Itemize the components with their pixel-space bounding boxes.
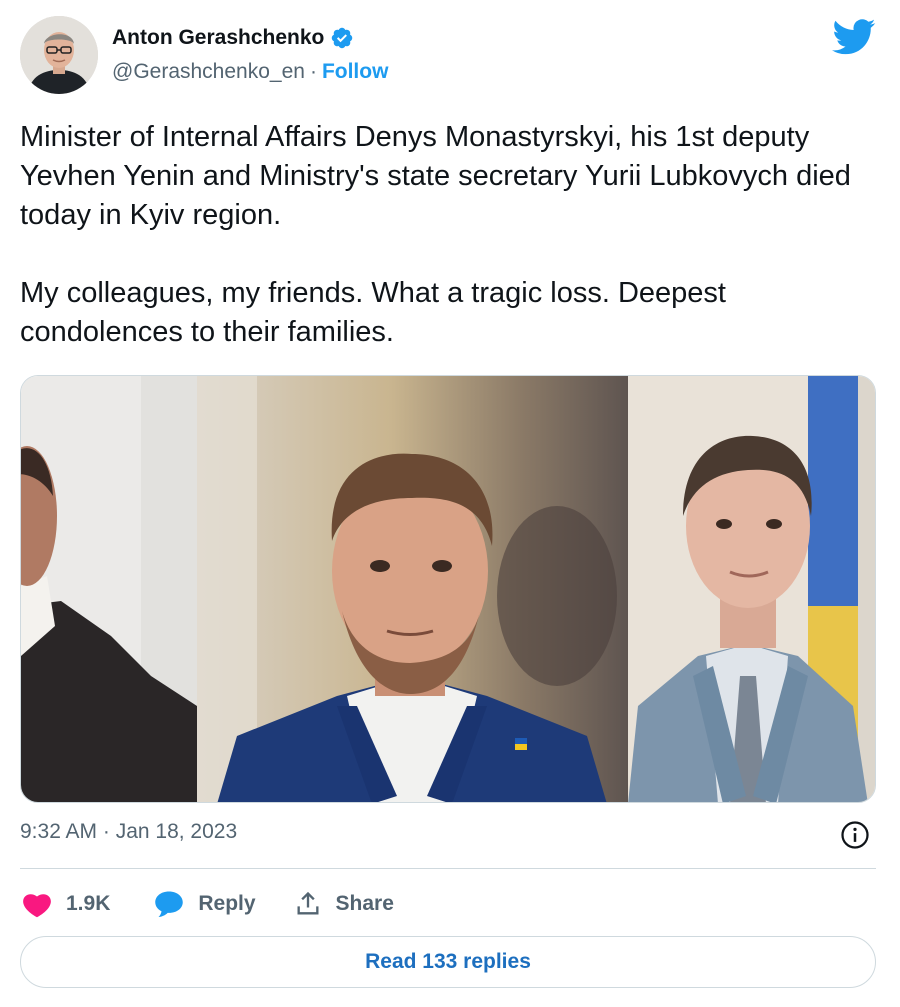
heart-icon	[23, 894, 51, 918]
action-bar: 1.9K Reply Share	[22, 884, 394, 924]
photo-right-image	[627, 376, 875, 802]
divider	[20, 868, 876, 869]
photo-center-image	[196, 376, 628, 802]
info-icon[interactable]	[840, 820, 870, 850]
like-count: 1.9K	[66, 892, 111, 915]
media-photo-left[interactable]	[21, 376, 197, 802]
reply-label: Reply	[198, 892, 256, 915]
author-name[interactable]: Anton Gerashchenko	[112, 26, 324, 50]
media-photo-center[interactable]	[196, 376, 628, 802]
share-label: Share	[335, 892, 394, 915]
tweet-text: Minister of Internal Affairs Denys Monas…	[20, 118, 880, 352]
tweet-paragraph: Minister of Internal Affairs Denys Monas…	[20, 121, 851, 231]
media-photo-right[interactable]	[627, 376, 875, 802]
share-icon	[297, 891, 319, 915]
read-replies-button[interactable]: Read 133 replies	[20, 936, 876, 988]
reply-button[interactable]: Reply	[154, 890, 256, 918]
like-button[interactable]: 1.9K	[22, 890, 110, 918]
follow-button[interactable]: Follow	[322, 60, 389, 83]
author-handle[interactable]: @Gerashchenko_en	[112, 60, 305, 83]
separator-dot: ·	[309, 60, 317, 83]
author-handle-row: @Gerashchenko_en · Follow	[112, 60, 388, 84]
verified-badge-icon	[332, 27, 353, 49]
tweet-timestamp[interactable]: 9:32 AM · Jan 18, 2023	[20, 820, 237, 844]
author-name-row: Anton Gerashchenko	[112, 26, 354, 50]
speech-bubble-icon	[155, 891, 184, 917]
avatar-photo	[20, 16, 98, 94]
tweet-card: Anton Gerashchenko @Gerashchenko_en · Foll…	[0, 0, 900, 1007]
tweet-media[interactable]	[20, 375, 876, 803]
twitter-bird-icon[interactable]	[832, 18, 876, 56]
photo-left-image	[21, 376, 197, 802]
author-avatar[interactable]	[20, 16, 98, 94]
share-button[interactable]: Share	[294, 890, 394, 918]
tweet-paragraph: My colleagues, my friends. What a tragic…	[20, 277, 726, 348]
